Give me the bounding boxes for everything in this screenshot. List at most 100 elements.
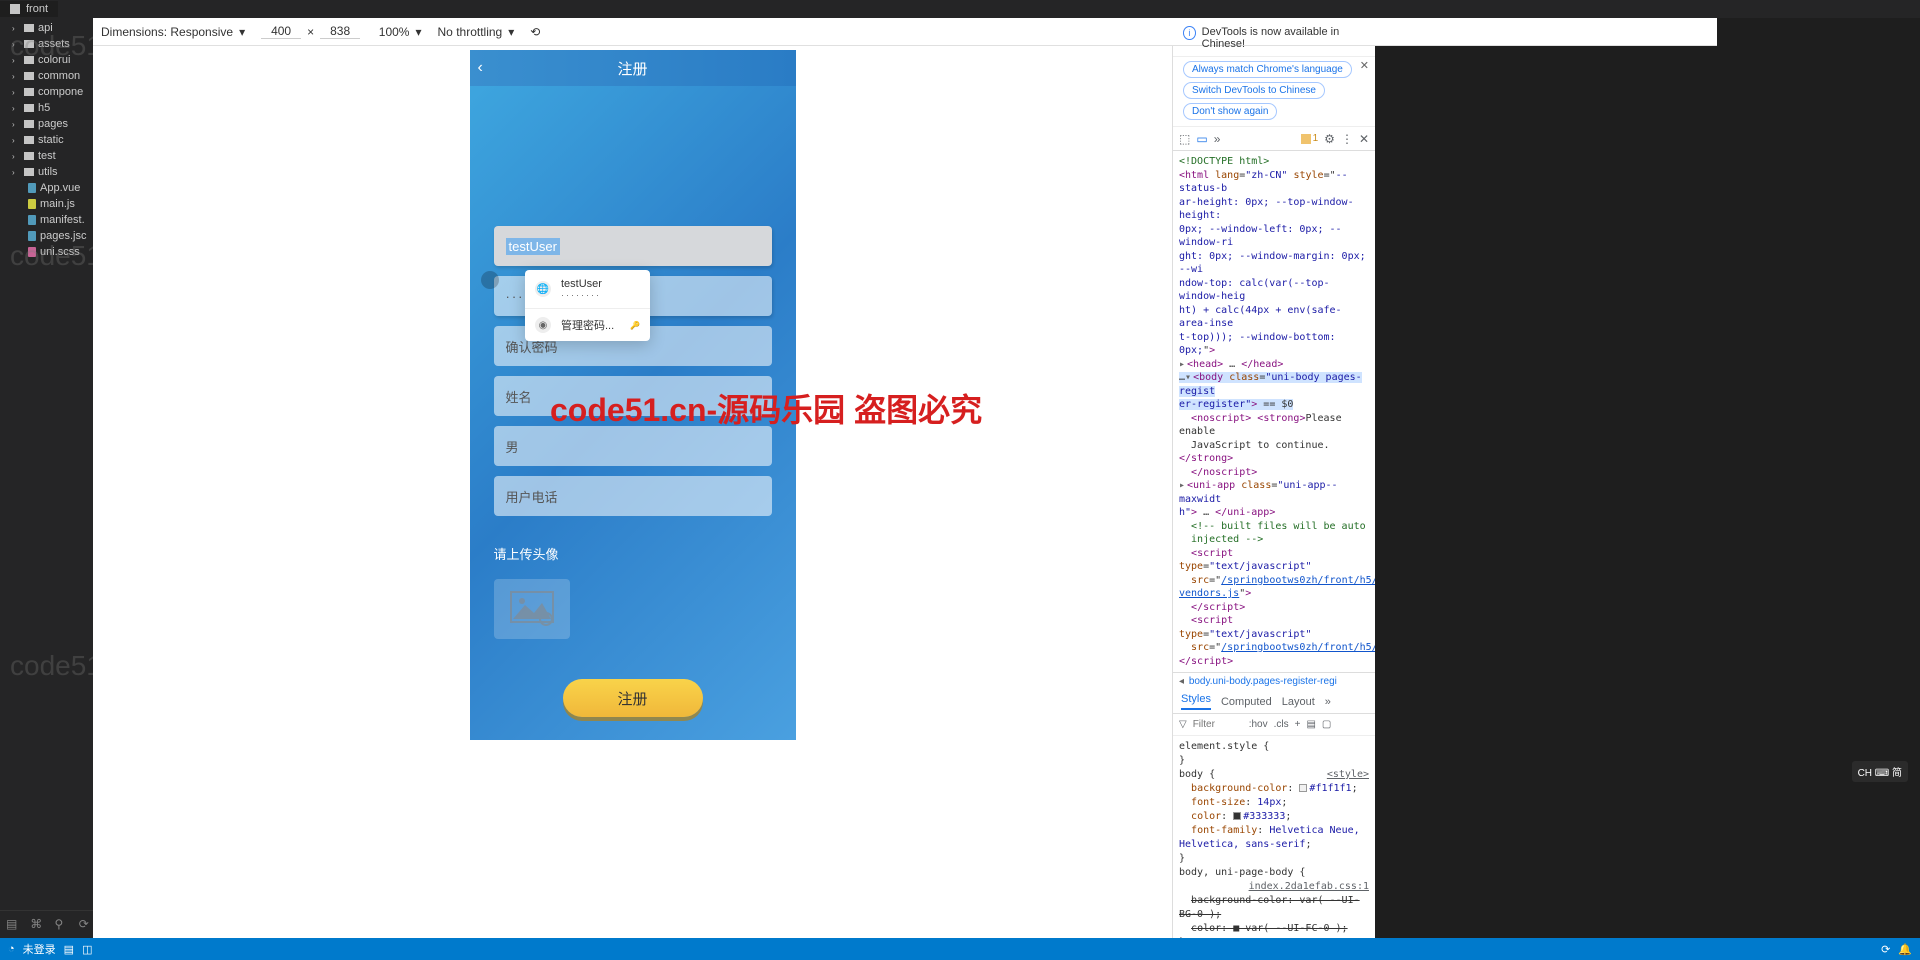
inspect-icon[interactable]: ⬚ <box>1179 132 1190 146</box>
file-uniscss[interactable]: uni.scss <box>0 244 93 260</box>
chevron-right-icon: › <box>12 24 20 33</box>
info-icon: i <box>1183 26 1196 40</box>
user-icon[interactable]: ◔ <box>8 943 15 955</box>
file-manifest[interactable]: manifest. <box>0 212 93 228</box>
sync-icon[interactable]: ⟳ <box>1881 943 1890 956</box>
upload-avatar-box[interactable] <box>494 579 570 639</box>
throttling-dropdown[interactable]: No throttling <box>438 25 503 39</box>
folder-common[interactable]: ›common <box>0 68 93 84</box>
folder-icon <box>24 104 34 112</box>
cls-toggle[interactable]: .cls <box>1274 719 1289 730</box>
computed-icon[interactable]: ▤ <box>1306 719 1315 730</box>
elements-breadcrumb[interactable]: ◂ body.uni-body.pages-register-regi <box>1173 672 1375 690</box>
chevron-right-icon: › <box>12 88 20 97</box>
back-icon[interactable]: ‹ <box>478 59 483 77</box>
folder-api[interactable]: ›api <box>0 20 93 36</box>
phone-input[interactable]: 用户电话 <box>494 476 772 516</box>
right-dark-area <box>1375 18 1920 938</box>
layout-icon[interactable]: ◫ <box>82 943 92 956</box>
tab-layout[interactable]: Layout <box>1282 696 1315 708</box>
name-input[interactable]: 姓名 <box>494 376 772 416</box>
close-devtools-icon[interactable]: ✕ <box>1359 132 1369 146</box>
height-input[interactable] <box>320 24 360 39</box>
tab-front[interactable]: front <box>0 1 58 17</box>
zoom-dropdown[interactable]: 100% <box>379 25 410 39</box>
login-status[interactable]: 未登录 <box>23 941 56 957</box>
folder-icon <box>24 24 34 32</box>
sync-icon[interactable]: ⟳ <box>79 917 93 933</box>
submit-button[interactable]: 注册 <box>563 679 703 717</box>
chevron-right-icon: › <box>12 40 20 49</box>
more-tabs-icon[interactable]: » <box>1325 696 1331 708</box>
devtools-language-chips: Always match Chrome's language Switch De… <box>1173 57 1375 127</box>
device-toggle-icon[interactable]: ▭ <box>1196 132 1207 146</box>
folder-static[interactable]: ›static <box>0 132 93 148</box>
gender-input[interactable]: 男 <box>494 426 772 466</box>
username-input[interactable]: testUser <box>494 226 772 266</box>
chevron-right-icon: › <box>12 56 20 65</box>
tab-icon <box>10 4 20 14</box>
new-rule-icon[interactable]: + <box>1295 719 1301 730</box>
elements-tree[interactable]: <!DOCTYPE html> <html lang="zh-CN" style… <box>1173 151 1375 672</box>
dimensions-dropdown[interactable]: Dimensions: Responsive <box>101 25 233 39</box>
rotate-icon[interactable]: ⟲ <box>530 25 540 39</box>
folder-icon <box>24 56 34 64</box>
sidebar-bottom-toolbar: ▤ ⌘ ⚲ ⟳ <box>0 910 93 938</box>
tab-computed[interactable]: Computed <box>1221 696 1272 708</box>
folder-pages[interactable]: ›pages <box>0 116 93 132</box>
chip-dont-show[interactable]: Don't show again <box>1183 103 1277 120</box>
page-title: 注册 <box>617 58 647 79</box>
phone-navbar: ‹ 注册 <box>470 50 796 86</box>
file-icon <box>28 183 36 193</box>
globe-icon: 🌐 <box>535 281 551 297</box>
status-bar: ◔ 未登录 ▤ ◫ ⟳ 🔔 <box>0 938 1920 960</box>
file-pagesjsc[interactable]: pages.jsc <box>0 228 93 244</box>
search-icon[interactable]: ⚲ <box>55 917 69 933</box>
box-model-icon[interactable]: ▢ <box>1322 719 1331 730</box>
devtools-panel: i DevTools is now available in Chinese! … <box>1172 18 1375 938</box>
hov-toggle[interactable]: :hov <box>1249 719 1268 730</box>
folder-colorui[interactable]: ›colorui <box>0 52 93 68</box>
styles-body[interactable]: element.style {} body { <style> backgrou… <box>1173 736 1375 938</box>
styles-tabs: Styles Computed Layout » <box>1173 690 1375 714</box>
file-icon <box>28 247 36 257</box>
folder-icon <box>24 88 34 96</box>
filter-input[interactable] <box>1193 719 1243 730</box>
chip-switch-chinese[interactable]: Switch DevTools to Chinese <box>1183 82 1325 99</box>
terminal-icon[interactable]: ▤ <box>6 917 20 933</box>
autofill-suggestion[interactable]: 🌐 testUser········ <box>525 270 650 308</box>
folder-h5[interactable]: ›h5 <box>0 100 93 116</box>
manage-passwords[interactable]: ◉ 管理密码... 🔑 <box>525 308 650 341</box>
terminal-icon[interactable]: ▤ <box>64 943 74 956</box>
chrome-icon: ◉ <box>535 317 551 333</box>
folder-utils[interactable]: ›utils <box>0 164 93 180</box>
width-input[interactable] <box>261 24 301 39</box>
folder-assets[interactable]: ›assets <box>0 36 93 52</box>
file-appvue[interactable]: App.vue <box>0 180 93 196</box>
folder-test[interactable]: ›test <box>0 148 93 164</box>
ime-indicator[interactable]: CH ⌨ 简 <box>1852 761 1908 782</box>
folder-icon <box>24 136 34 144</box>
folder-icon <box>24 40 34 48</box>
editor-tabs: front <box>0 0 1920 18</box>
chevron-right-icon: › <box>12 72 20 81</box>
kebab-icon[interactable]: ⋮ <box>1341 132 1353 146</box>
more-tabs-icon[interactable]: » <box>1214 132 1221 146</box>
tab-styles[interactable]: Styles <box>1181 693 1211 710</box>
close-icon[interactable]: ✕ <box>1360 59 1369 72</box>
browser-preview: Dimensions: Responsive ▾ × 100% ▾ No thr… <box>93 18 1920 938</box>
folder-icon <box>24 120 34 128</box>
device-toolbar: Dimensions: Responsive ▾ × 100% ▾ No thr… <box>93 18 1717 46</box>
bell-icon[interactable]: 🔔 <box>1898 943 1912 956</box>
file-tree: ›api ›assets ›colorui ›common ›compone ›… <box>0 18 93 910</box>
gear-icon[interactable]: ⚙ <box>1324 132 1335 146</box>
folder-compone[interactable]: ›compone <box>0 84 93 100</box>
folder-icon <box>24 152 34 160</box>
warnings-count[interactable]: 1 <box>1301 133 1319 144</box>
bug-icon[interactable]: ⌘ <box>30 917 44 933</box>
file-mainjs[interactable]: main.js <box>0 196 93 212</box>
chip-always-match[interactable]: Always match Chrome's language <box>1183 61 1352 78</box>
folder-icon <box>24 72 34 80</box>
devtools-tabs: ⬚ ▭ » 1 ⚙ ⋮ ✕ <box>1173 127 1375 151</box>
chevron-right-icon: › <box>12 104 20 113</box>
